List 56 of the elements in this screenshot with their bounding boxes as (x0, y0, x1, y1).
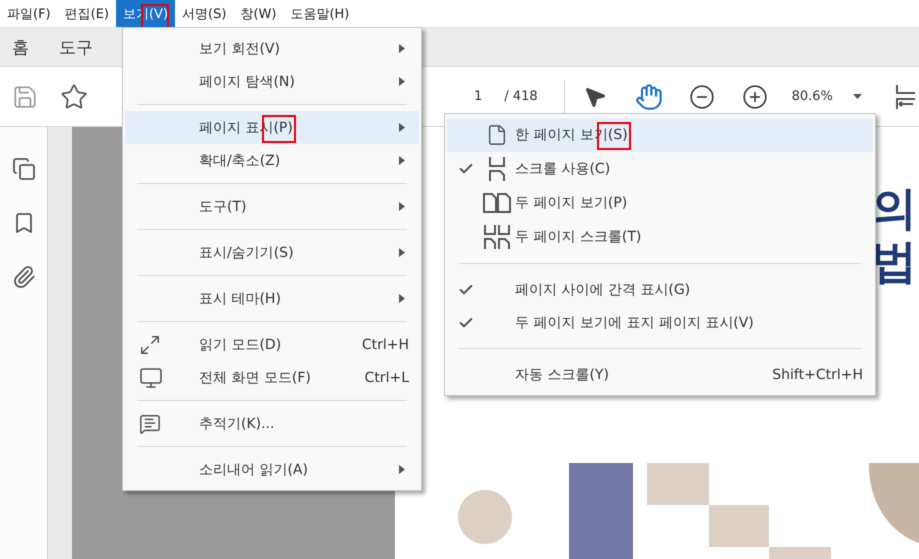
menu-item[interactable]: 표시 테마(H) (125, 282, 419, 315)
fit-width-icon[interactable] (894, 84, 915, 110)
menu-bar-item[interactable]: 창(W) (233, 0, 284, 27)
menu-item-label: 자동 스크롤(Y) (515, 366, 609, 384)
menu-item-label: 도구(T) (199, 198, 246, 216)
menu-item[interactable]: 추적기(K)... (125, 407, 419, 440)
pages-icon[interactable] (12, 157, 36, 181)
save-icon[interactable] (12, 84, 38, 110)
menu-bar-item[interactable]: 서명(S) (175, 0, 234, 27)
menu-item[interactable]: 확대/축소(Z) (125, 144, 419, 177)
menu-item[interactable]: 두 페이지 보기에 표지 페이지 표시(V) (447, 306, 873, 339)
menu-item[interactable]: 두 페이지 스크롤(T) (447, 220, 873, 254)
tab[interactable]: 홈 (12, 36, 29, 58)
page-number-field[interactable]: 1 (474, 89, 482, 104)
menu-item[interactable]: 소리내어 읽기(A) (125, 453, 419, 486)
menu-item-label: 표시 테마(H) (199, 290, 281, 308)
menu-bar-item[interactable]: 편집(E) (58, 0, 116, 27)
menu-item-label: 전체 화면 모드(F) (199, 368, 311, 386)
document-heading: 법 (871, 234, 918, 288)
menu-item[interactable]: 페이지 탐색(N) (125, 65, 419, 98)
menu-item-label: 추적기(K)... (199, 414, 274, 432)
zoom-level[interactable]: 80.6% (792, 89, 833, 104)
menu-item[interactable]: 페이지 사이에 간격 표시(G) (447, 273, 873, 306)
tab[interactable]: 도구 (59, 36, 93, 58)
menu-item[interactable]: 도구(T) (125, 190, 419, 223)
menu-item-label: 스크롤 사용(C) (515, 160, 610, 178)
menu-item[interactable]: 읽기 모드(D) Ctrl+H (125, 328, 419, 361)
page-total: / 418 (504, 89, 538, 104)
document-heading: 의 (871, 182, 918, 235)
menu-item[interactable]: 자동 스크롤(Y) Shift+Ctrl+H (447, 358, 873, 391)
menu-item[interactable]: 두 페이지 보기(P) (447, 186, 873, 220)
menu-bar-item[interactable]: 도움말(H) (283, 0, 356, 27)
menu-item[interactable]: 보기 회전(V) (125, 32, 419, 65)
menu-item[interactable]: 표시/숨기기(S) (125, 236, 419, 269)
menu-item-label: 두 페이지 스크롤(T) (515, 228, 642, 246)
menu-bar-item[interactable]: 파일(F) (0, 0, 58, 27)
zoom-in-icon[interactable] (742, 84, 768, 110)
menu-item-label: 두 페이지 보기(P) (515, 194, 628, 212)
dropdown-caret-icon[interactable] (852, 94, 862, 99)
menu-item-label: 보기 회전(V) (199, 40, 280, 58)
menu-item-label: 페이지 사이에 간격 표시(G) (515, 280, 690, 298)
menu-item[interactable]: 스크롤 사용(C) (447, 152, 873, 186)
shortcut-label: Ctrl+H (362, 336, 409, 352)
menu-item-label: 두 페이지 보기에 표지 페이지 표시(V) (515, 314, 754, 332)
shortcut-label: Ctrl+L (364, 370, 409, 386)
zoom-out-icon[interactable] (688, 84, 715, 110)
menu-item-label: 읽기 모드(D) (199, 336, 282, 354)
menu-item-label: 표시/숨기기(S) (199, 244, 294, 262)
menu-item[interactable]: 전체 화면 모드(F) Ctrl+L (125, 361, 419, 394)
paperclip-icon[interactable] (12, 265, 36, 289)
menu-item-label: 확대/축소(Z) (199, 152, 280, 170)
menu-item-label: 소리내어 읽기(A) (199, 460, 308, 478)
star-icon[interactable] (60, 82, 88, 110)
shortcut-label: Shift+Ctrl+H (772, 366, 863, 382)
hand-icon[interactable] (634, 82, 663, 110)
menu-item-label: 페이지 탐색(N) (199, 72, 295, 90)
